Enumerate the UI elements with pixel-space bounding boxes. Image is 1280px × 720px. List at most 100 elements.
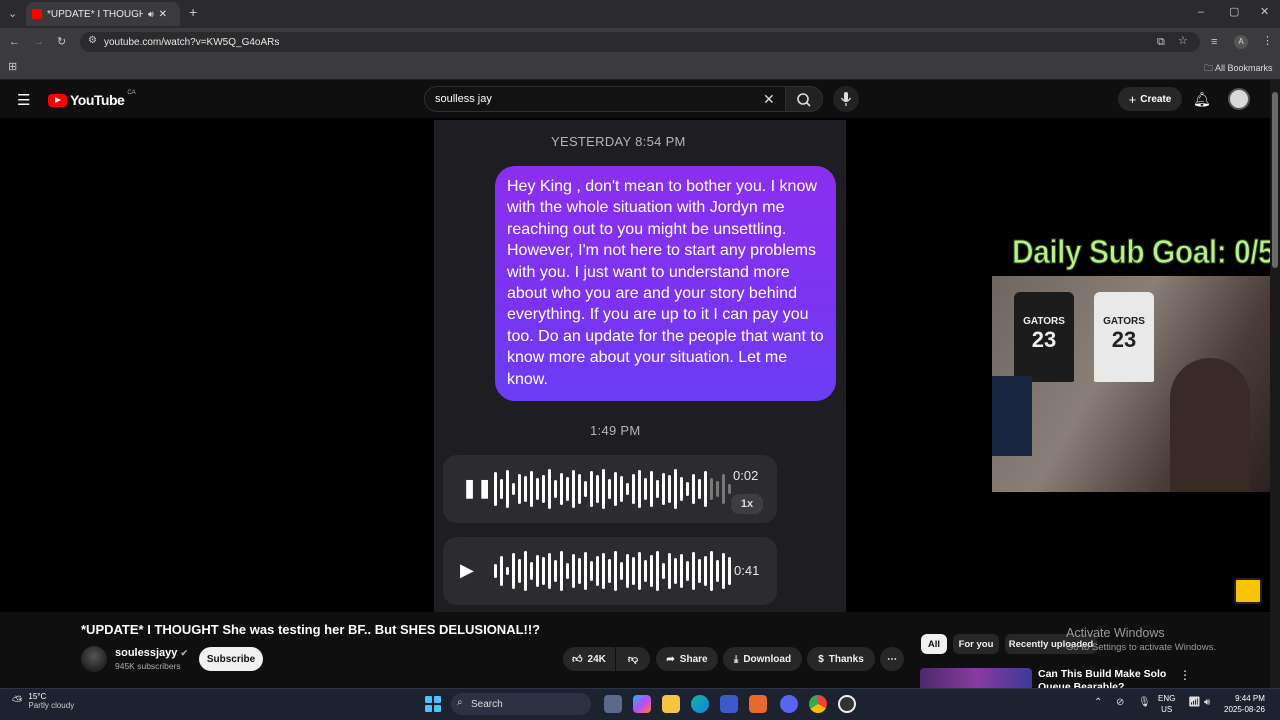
tab-search-icon[interactable]: ⌄ [8,7,17,21]
search-button[interactable] [785,86,823,112]
notifications-bell-icon[interactable]: 🔔︎ [1193,91,1211,108]
waveform-bar [572,470,575,508]
cast-icon[interactable]: ⧉ [1157,35,1165,49]
obs-icon[interactable] [838,695,856,713]
waveform-bar [704,471,707,507]
all-bookmarks[interactable]: 🗀︎ All Bookmarks [1204,61,1273,77]
download-button[interactable]: ⤓ Download [723,647,802,671]
new-tab-button[interactable]: + [189,5,197,19]
share-button[interactable]: ➦ Share [656,647,718,671]
plus-icon: + [1128,91,1137,107]
site-info-icon[interactable]: ⚙ [88,35,97,46]
copilot-icon[interactable] [633,695,651,713]
clear-search-icon[interactable]: ✕ [763,91,775,108]
scrollbar-thumb[interactable] [1272,92,1278,268]
search-value: soulless jay [435,93,492,105]
waveform-bar [518,474,521,504]
browser-menu-icon[interactable]: ⋮ [1262,34,1273,48]
subscribe-button[interactable]: Subscribe [199,647,263,671]
browser-tab[interactable]: *UPDATE* I THOUGHT She 🔊︎ ✕ [26,2,180,26]
maximize-icon[interactable]: ▢ [1229,5,1239,19]
search-icon [797,93,811,107]
more-actions-button[interactable]: ⋯ [880,647,904,671]
chip-for-you[interactable]: For you [953,634,999,654]
taskbar-search[interactable]: ⌕ Search [451,693,591,715]
waveform-bar [650,471,653,507]
bookmark-star-icon[interactable]: ☆ [1178,34,1188,48]
channel-name[interactable]: soulessjayy ✔ [115,647,188,659]
thanks-button[interactable]: $ Thanks [807,647,875,671]
input-language[interactable]: ENG US [1158,693,1175,715]
search-input[interactable]: soulless jay ✕ [424,86,786,112]
app-icon[interactable] [749,695,767,713]
reload-icon[interactable]: ↻ [57,35,66,49]
waveform-bar [530,471,533,507]
waveform-bar [530,562,533,580]
forward-icon[interactable]: → [33,35,44,49]
waveform-bar [548,469,551,509]
waveform-bar [632,474,635,504]
waveform-bar [644,478,647,500]
address-bar[interactable]: ⚙ youtube.com/watch?v=KW5Q_G4oARs [80,32,1200,52]
download-label: Download [743,653,792,665]
waveform-2 [494,549,731,593]
wifi-icon[interactable]: 📶︎ [1188,697,1201,708]
store-icon[interactable] [720,695,738,713]
media-controls-icon[interactable]: ≡ [1211,35,1217,49]
waveform-bar [716,481,719,497]
volume-icon[interactable]: 🔊︎ [1204,697,1210,708]
share-icon: ➦ [666,653,675,665]
waveform-bar [698,479,701,499]
account-avatar[interactable] [1228,88,1250,110]
tab-close-icon[interactable]: ✕ [159,9,167,20]
dislike-button[interactable]: 👎︎ [616,647,650,671]
channel-avatar[interactable] [81,646,107,672]
like-button[interactable]: 👍︎ 24K [563,647,615,671]
recommended-title[interactable]: Can This Build Make Solo Queue Bearable? [1038,668,1168,688]
recommended-menu-icon[interactable]: ⋮ [1179,668,1191,682]
speaker-icon[interactable]: 🔊︎ [148,9,154,20]
all-bookmarks-label: All Bookmarks [1215,63,1273,73]
waveform-bar [542,557,545,585]
waveform-bar [638,552,641,590]
waveform-bar [620,476,623,502]
start-button[interactable] [425,696,441,712]
channel-watermark-icon[interactable] [1234,578,1262,604]
waveform-bar [728,484,731,494]
recommended-thumbnail[interactable] [920,668,1032,688]
chrome-icon[interactable] [809,695,827,713]
task-view-icon[interactable] [604,695,622,713]
waveform-bar [548,553,551,589]
voice-search-button[interactable] [833,86,859,112]
message-timestamp-1: YESTERDAY 8:54 PM [551,134,686,149]
back-icon[interactable]: ← [9,35,20,49]
tab-title: *UPDATE* I THOUGHT She [47,8,143,20]
waveform-bar [686,561,689,581]
thanks-icon: $ [818,653,824,665]
file-explorer-icon[interactable] [662,695,680,713]
jersey-black: GATORS 23 [1014,292,1074,382]
waveform-bar [716,560,719,582]
apps-grid-icon[interactable]: ⊞ [8,60,17,74]
weather-widget[interactable]: ⛅︎ 15°C Partly cloudy [12,692,74,710]
window-close-icon[interactable]: ✕ [1260,5,1269,19]
waveform-bar [662,473,665,505]
youtube-logo[interactable]: YouTube CA [48,90,136,108]
profile-avatar[interactable]: A [1234,35,1248,49]
thumbs-down-icon: 👎︎ [627,654,639,665]
edge-icon[interactable] [691,695,709,713]
tray-overflow-icon[interactable]: ⌃ [1094,697,1102,708]
minimize-icon[interactable]: – [1198,5,1204,19]
tray-app-icon[interactable]: ⊘ [1116,697,1124,708]
activate-subtitle: Go to Settings to activate Windows. [1066,642,1216,653]
waveform-bar [656,551,659,591]
jersey-white: GATORS 23 [1094,292,1154,382]
hamburger-menu-icon[interactable]: ☰ [17,91,30,109]
chip-all[interactable]: All [921,634,947,654]
waveform-bar [554,480,557,498]
discord-icon[interactable] [780,695,798,713]
microphone-icon [840,92,852,106]
clock[interactable]: 9:44 PM 2025-08-26 [1224,693,1265,715]
create-button[interactable]: + Create [1118,87,1182,111]
tray-mic-icon[interactable]: 🎙︎ [1138,697,1151,708]
